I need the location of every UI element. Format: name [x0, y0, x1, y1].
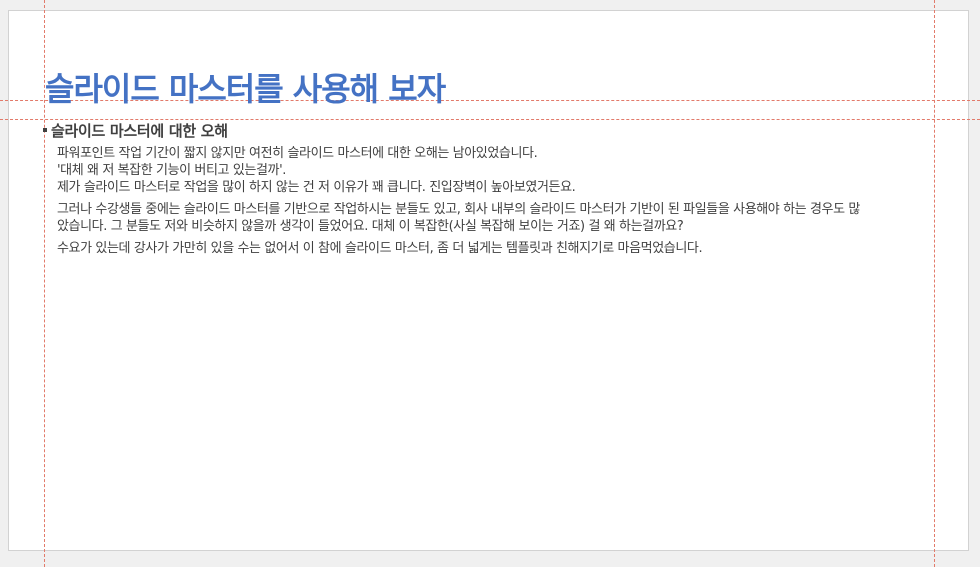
- bullet-heading-text: 슬라이드 마스터에 대한 오해: [51, 122, 228, 140]
- vertical-guide-right[interactable]: [934, 0, 935, 567]
- text-line: 그러나 수강생들 중에는 슬라이드 마스터를 기반으로 작업하시는 분들도 있고…: [57, 202, 860, 217]
- paragraph: 수요가 있는데 강사가 가만히 있을 수는 없어서 이 참에 슬라이드 마스터,…: [57, 240, 937, 257]
- text-line: 았습니다. 그 분들도 저와 비슷하지 않을까 생각이 들었어요. 대체 이 복…: [57, 219, 684, 234]
- bullet-heading[interactable]: 슬라이드 마스터에 대한 오해: [43, 120, 228, 141]
- slide-title[interactable]: 슬라이드 마스터를 사용해 보자: [45, 64, 446, 110]
- body-text-box[interactable]: 파워포인트 작업 기간이 짧지 않지만 여전히 슬라이드 마스터에 대한 오해는…: [57, 145, 937, 262]
- bullet-icon: [43, 127, 47, 132]
- text-line: '대체 왜 저 복잡한 기능이 버티고 있는걸까'.: [57, 163, 286, 178]
- paragraph: 그러나 수강생들 중에는 슬라이드 마스터를 기반으로 작업하시는 분들도 있고…: [57, 201, 937, 235]
- text-line: 수요가 있는데 강사가 가만히 있을 수는 없어서 이 참에 슬라이드 마스터,…: [57, 241, 703, 256]
- paragraph: 파워포인트 작업 기간이 짧지 않지만 여전히 슬라이드 마스터에 대한 오해는…: [57, 145, 937, 196]
- text-line: 제가 슬라이드 마스터로 작업을 많이 하지 않는 건 저 이유가 꽤 큽니다.…: [57, 180, 576, 195]
- text-line: 파워포인트 작업 기간이 짧지 않지만 여전히 슬라이드 마스터에 대한 오해는…: [57, 146, 538, 161]
